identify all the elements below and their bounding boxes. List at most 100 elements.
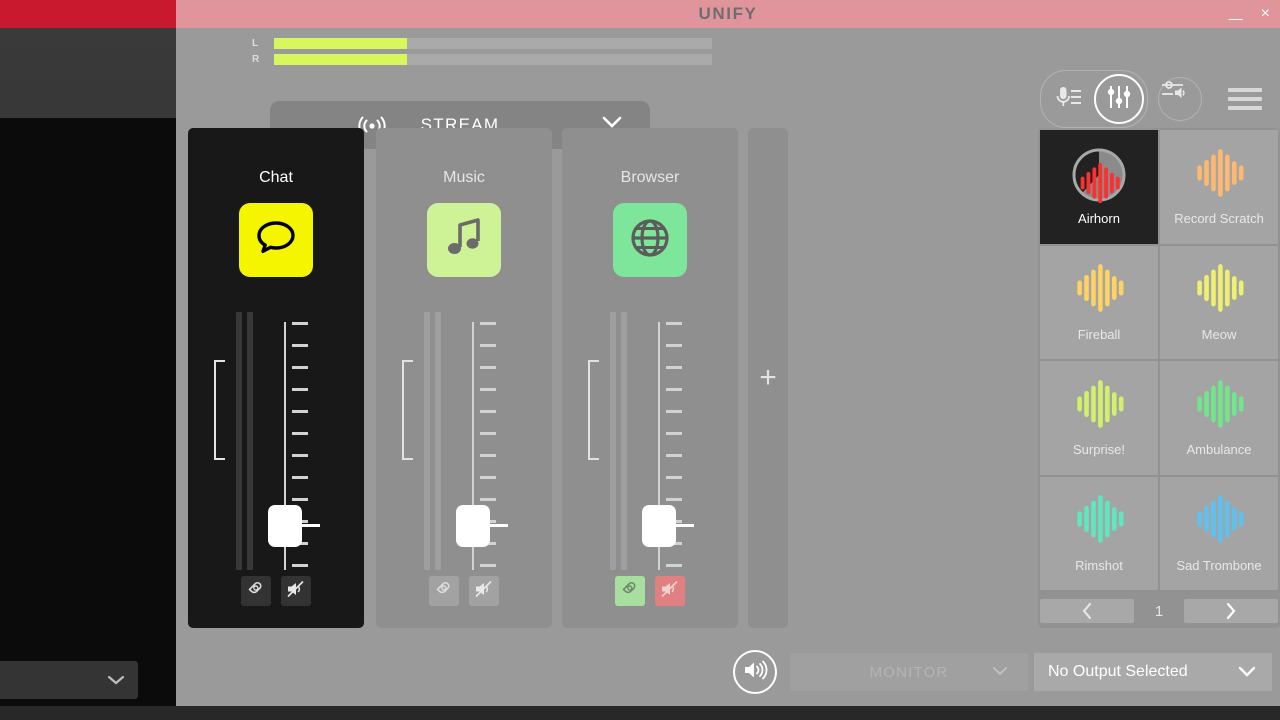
mixer-button[interactable]: [1094, 74, 1144, 124]
channel-source-icon[interactable]: [239, 203, 313, 277]
soundboard-tile-label: Rimshot: [1075, 557, 1123, 573]
menu-button[interactable]: [1222, 82, 1268, 116]
channel-strip-music[interactable]: Music: [376, 128, 552, 628]
meter-peak-left: [405, 38, 408, 49]
meter-track-right: [274, 54, 712, 65]
channel-strip-chat[interactable]: Chat: [188, 128, 364, 628]
soundboard-tile-art: [1191, 378, 1247, 434]
channel-monitor-button[interactable]: [241, 576, 271, 606]
waveform-icon: [1073, 378, 1125, 435]
meter-track-left: [274, 38, 712, 49]
master-meter-row: R: [252, 54, 712, 65]
chevron-down-icon: [106, 674, 126, 686]
background-listen-dropdown[interactable]: STEN: [0, 661, 138, 699]
channel-button-row: [429, 576, 499, 606]
soundboard-tile-art: [1191, 494, 1247, 550]
soundboard-tile[interactable]: Sad Trombone: [1160, 476, 1278, 590]
soundboard-tile[interactable]: Surprise!: [1040, 361, 1158, 475]
globe-icon: [628, 216, 672, 265]
soundboard-tile-label: Record Scratch: [1174, 211, 1264, 227]
channel-monitor-button[interactable]: [429, 576, 459, 606]
headphone-monitor-icon: [247, 580, 265, 603]
soundboard-tile[interactable]: Record Scratch: [1160, 130, 1278, 244]
header-button-group: [1040, 70, 1268, 128]
soundboard-tile-label: Meow: [1201, 326, 1237, 342]
soundboard-tile[interactable]: Airhorn: [1040, 130, 1158, 244]
unify-window: UNIFY — × L R STREAM Chat Music Browser …: [176, 0, 1280, 706]
soundboard-tile-art: [1071, 378, 1127, 434]
unify-header: L R STREAM: [176, 28, 1280, 149]
meter-label-left: L: [252, 38, 259, 49]
headphone-monitor-icon: [621, 580, 639, 603]
close-button[interactable]: ×: [1257, 4, 1274, 24]
music-note-icon: [444, 216, 484, 265]
soundboard-tile-label: Ambulance: [1186, 442, 1252, 458]
add-channel-button[interactable]: +: [748, 128, 788, 628]
channel-mute-button[interactable]: [655, 576, 685, 606]
mixer-area: ChatMusicBrowserSounds + AirhornRecord S…: [176, 128, 1280, 638]
speaker-muted-icon: [286, 580, 306, 603]
soundboard-next-page-button[interactable]: [1184, 599, 1278, 623]
soundboard-pager: 1: [1040, 598, 1278, 624]
channel-name: Browser: [620, 169, 680, 186]
channel-name: Chat: [259, 169, 293, 186]
minimize-button[interactable]: —: [1225, 9, 1247, 27]
soundboard-tile-art: [1191, 263, 1247, 319]
master-meter-row: L: [252, 38, 712, 49]
soundboard-tile-art: [1071, 494, 1127, 550]
fader-knob[interactable]: [642, 505, 694, 547]
soundboard-tile[interactable]: Rimshot: [1040, 476, 1158, 590]
chat-bubble-icon: [254, 218, 298, 263]
unify-titlebar: UNIFY — ×: [176, 0, 1280, 28]
soundboard-tile[interactable]: Ambulance: [1160, 361, 1278, 475]
meter-fill-left: [274, 38, 406, 49]
monitor-speaker-button[interactable]: [733, 650, 777, 694]
vu-bar-right: [435, 312, 441, 570]
channel-button-row: [615, 576, 685, 606]
channel-fader-area: [394, 312, 534, 592]
channel-mute-button[interactable]: [469, 576, 499, 606]
channel-mute-button[interactable]: [281, 576, 311, 606]
app-title: UNIFY: [698, 4, 758, 23]
microphone-list-icon: [1054, 84, 1084, 115]
meter-peak-right: [405, 54, 408, 65]
meter-label-right: R: [252, 54, 260, 65]
soundboard-tile-label: Fireball: [1077, 326, 1121, 342]
soundboard-tile-art: [1071, 147, 1127, 204]
master-output-meters: L R: [252, 38, 712, 65]
waveform-icon: [1077, 161, 1121, 210]
hamburger-icon: [1228, 97, 1262, 101]
output-settings-button[interactable]: [1158, 77, 1202, 121]
channel-monitor-button[interactable]: [615, 576, 645, 606]
soundboard-tile-label: Surprise!: [1072, 442, 1126, 458]
chevron-down-icon: [990, 664, 1010, 678]
voice-fx-button[interactable]: [1044, 74, 1094, 124]
monitor-dropdown[interactable]: MONITOR: [790, 653, 1028, 691]
output-device-label: No Output Selected: [1048, 663, 1188, 680]
monitor-label: MONITOR: [869, 663, 949, 681]
vu-bar-left: [236, 312, 242, 570]
vu-bar-right: [247, 312, 253, 570]
channel-name: Music: [443, 169, 485, 186]
fader-knob[interactable]: [456, 505, 508, 547]
channel-source-icon[interactable]: [427, 203, 501, 277]
channel-source-icon[interactable]: [613, 203, 687, 277]
soundboard-tile[interactable]: Fireball: [1040, 245, 1158, 359]
window-controls: — ×: [1225, 0, 1274, 28]
headphone-monitor-icon: [435, 580, 453, 603]
voice-controls-pill: [1040, 70, 1148, 128]
soundboard-tile[interactable]: Meow: [1160, 245, 1278, 359]
speaker-muted-icon: [660, 580, 680, 603]
channel-fader-area: [580, 312, 720, 592]
speaker-muted-icon: [474, 580, 494, 603]
hamburger-icon: [1228, 106, 1262, 110]
vu-bar-left: [610, 312, 616, 570]
fader-knob[interactable]: [268, 505, 320, 547]
soundboard-prev-page-button[interactable]: [1040, 599, 1134, 623]
channel-level-meter: [424, 312, 442, 570]
output-device-dropdown[interactable]: No Output Selected: [1034, 653, 1272, 691]
bottom-bar: MONITOR No Output Selected: [176, 638, 1280, 706]
channel-strip-browser[interactable]: Browser: [562, 128, 738, 628]
vu-bar-left: [424, 312, 430, 570]
plus-icon: +: [759, 361, 777, 394]
